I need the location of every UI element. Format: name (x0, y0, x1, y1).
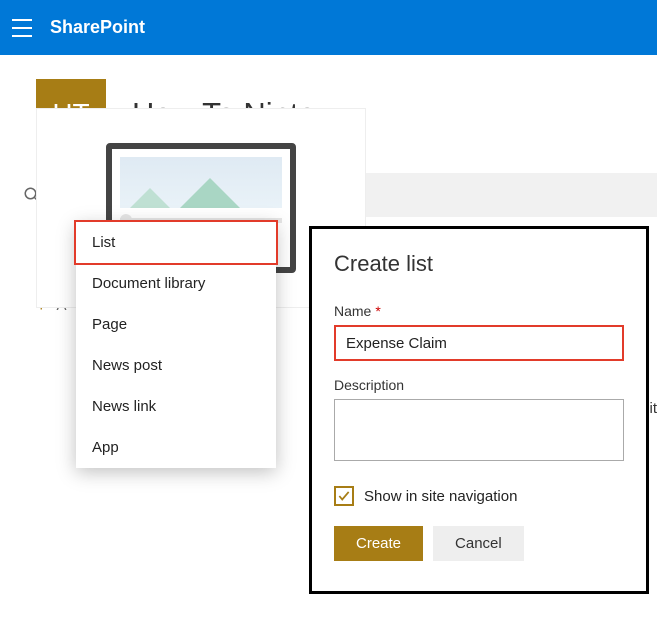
checkbox-icon (334, 486, 354, 506)
show-in-nav-label: Show in site navigation (364, 488, 517, 505)
create-button[interactable]: Create (334, 526, 423, 561)
new-dropdown-menu: List Document library Page News post New… (76, 222, 276, 468)
menu-item-page[interactable]: Page (76, 304, 276, 345)
menu-item-document-library[interactable]: Document library (76, 263, 276, 304)
menu-item-news-link[interactable]: News link (76, 386, 276, 427)
name-label: Name* (334, 303, 624, 319)
show-in-nav-checkbox[interactable]: Show in site navigation (334, 486, 624, 506)
suite-nav: SharePoint (0, 0, 657, 55)
description-label: Description (334, 377, 624, 393)
menu-item-list[interactable]: List (74, 220, 278, 265)
brand-label[interactable]: SharePoint (50, 17, 145, 38)
create-list-panel: Create list Name* Description Show in si… (309, 226, 649, 594)
cancel-button[interactable]: Cancel (433, 526, 524, 561)
description-input[interactable] (334, 399, 624, 461)
app-launcher-icon[interactable] (12, 19, 32, 37)
menu-item-app[interactable]: App (76, 427, 276, 468)
panel-title: Create list (334, 251, 624, 277)
menu-item-news-post[interactable]: News post (76, 345, 276, 386)
name-input[interactable] (334, 325, 624, 361)
